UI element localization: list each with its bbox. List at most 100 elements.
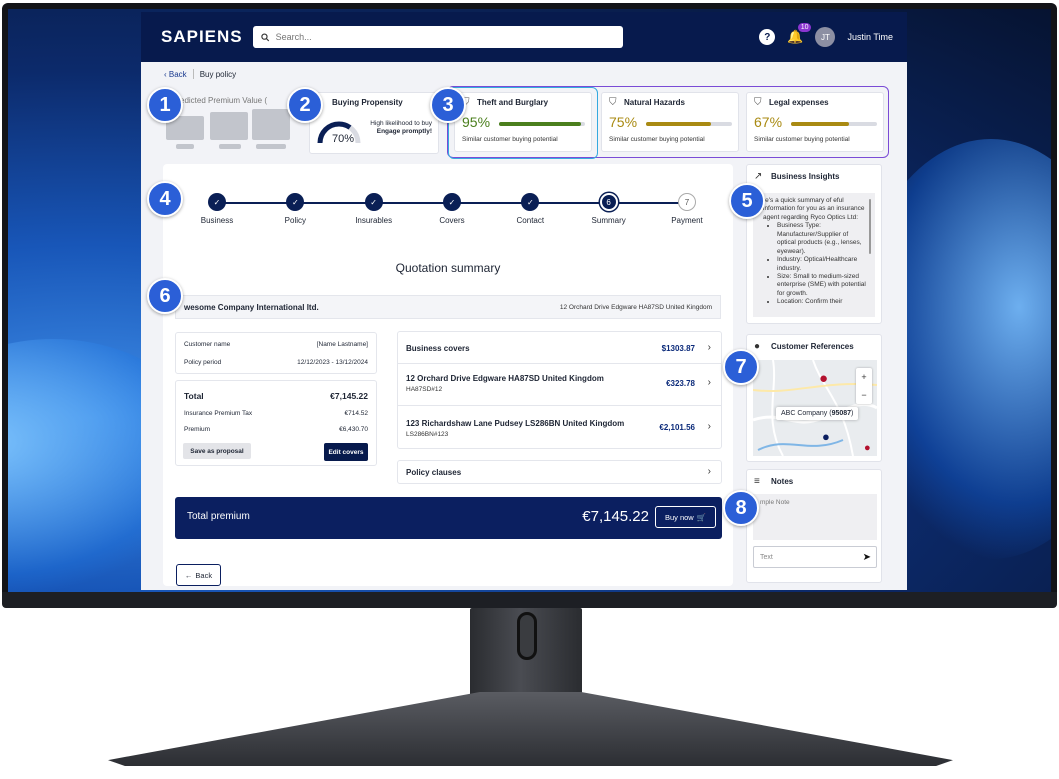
chevron-right-icon: › [707, 377, 711, 388]
map[interactable]: ● ● ● + − ABC Company (95087) [753, 360, 877, 456]
location-icon: ● [754, 341, 761, 352]
total-label: Total [184, 391, 204, 401]
step-label: Insurables [355, 216, 393, 225]
risk-subtitle: Similar customer buying potential [609, 136, 705, 143]
map-zoom-controls: + − [856, 368, 872, 404]
buy-now-button[interactable]: Buy now 🛒 [655, 506, 716, 528]
chevron-right-icon: › [707, 342, 711, 353]
propensity-text: High likelihood to buy [370, 120, 432, 127]
step-label: Contact [516, 216, 545, 225]
help-icon[interactable]: ? [759, 29, 776, 45]
search-box[interactable] [253, 26, 623, 48]
tooltip-id: 95087 [831, 410, 852, 417]
send-icon[interactable]: ➤ [863, 552, 871, 563]
edit-covers-button[interactable]: Edit covers [324, 443, 368, 461]
note-input-placeholder: Text [760, 553, 773, 561]
step-payment[interactable]: 7 Payment [652, 192, 722, 225]
business-insights-title: Business Insights [771, 172, 840, 181]
user-avatar[interactable]: JT [815, 27, 836, 47]
risk-progress-fill [646, 122, 711, 126]
business-insights-text[interactable]: re's a quick summary of eful information… [753, 193, 875, 317]
scrollbar[interactable] [868, 199, 871, 254]
search-input[interactable] [275, 32, 615, 42]
company-bar: wesome Company International ltd. 12 Orc… [175, 295, 721, 319]
arrow-left-icon: ← [184, 570, 193, 580]
step-covers[interactable]: ✓ Covers [417, 192, 487, 225]
quotation-panel: ✓ Business ✓ Policy ✓ Insurables ✓ Covers ✓ Conta… [163, 164, 733, 586]
cart-icon: 🛒 [696, 512, 707, 522]
notification-count-badge: 10 [797, 23, 812, 32]
monitor-stand-base [108, 692, 953, 766]
notifications-button[interactable]: 🔔 10 [787, 23, 812, 45]
step-label: Policy [284, 216, 306, 225]
breadcrumb: ‹ Back Buy policy [164, 69, 236, 79]
policy-clauses-row[interactable]: Policy clauses › [397, 460, 722, 484]
risk-percentage: 95% [462, 114, 491, 130]
step-insurables[interactable]: ✓ Insurables [339, 192, 409, 225]
total-value: €7,145.22 [330, 391, 368, 401]
buy-now-label: Buy now [664, 512, 694, 522]
cover-reference: HA87SD#12 [406, 386, 443, 393]
monitor-stand-slot [517, 612, 537, 660]
tooltip-company: ABC Company [781, 410, 828, 417]
cover-amount: €2,101.56 [659, 423, 695, 432]
map-pin-icon[interactable]: ● [864, 442, 871, 454]
covers-list: Business covers $1303.87 › 12 Orchard Dr… [397, 331, 722, 449]
step-label: Business [200, 216, 234, 225]
notes-title: Notes [771, 477, 794, 486]
save-as-proposal-button[interactable]: Save as proposal [183, 443, 251, 459]
total-row: Total €7,145.22 [184, 391, 368, 401]
insights-list: Business Type: Manufacturer/Supplier of … [763, 222, 867, 306]
map-pin-icon[interactable]: ● [819, 370, 828, 387]
search-icon [261, 32, 270, 41]
total-premium-banner: Total premium €7,145.22 Buy now 🛒 [175, 497, 722, 539]
trend-icon: ↗ [754, 171, 763, 182]
zoom-in-icon[interactable]: + [856, 368, 872, 386]
total-premium-amount: €7,145.22 [582, 508, 649, 525]
risk-subtitle: Similar customer buying potential [754, 136, 850, 143]
annotation-badge-4: 4 [147, 181, 183, 217]
breadcrumb-current: Buy policy [199, 69, 237, 79]
back-button[interactable]: ← Back [176, 564, 221, 586]
notes-icon: ≡ [754, 476, 760, 487]
risk-card-theft[interactable]: ⛉ Theft and Burglary 95% Similar custome… [454, 92, 592, 152]
annotation-badge-1: 1 [147, 87, 183, 123]
cover-row-orchard[interactable]: 12 Orchard Drive Edgware HA87SD United K… [398, 364, 721, 406]
policy-period-value: 12/12/2023 - 13/12/2024 [297, 359, 368, 366]
top-navigation-bar: SAPIENS ? 🔔 10 JT Justin Time [141, 12, 907, 62]
insights-intro: re's a quick summary of eful information… [763, 197, 865, 221]
cover-address: 123 Richardshaw Lane Pudsey LS286BN Unit… [406, 419, 625, 428]
customer-references-card: ● Customer References ● ● ● + − ABC Comp… [746, 334, 882, 462]
step-summary[interactable]: 6 Summary [574, 192, 644, 225]
skeleton-line [256, 144, 286, 149]
predicted-premium-title: Predicted Premium Value ( [172, 96, 267, 105]
insight-item: Location: Confirm their [777, 298, 867, 306]
skeleton-bar [252, 109, 290, 140]
company-address: 12 Orchard Drive Edgware HA87SD United K… [559, 303, 712, 311]
annotation-badge-5: 5 [729, 183, 765, 219]
step-contact[interactable]: ✓ Contact [495, 192, 565, 225]
tax-label: Insurance Premium Tax [184, 410, 253, 417]
predicted-premium-card: Predicted Premium Value ( [164, 92, 290, 154]
quotation-title: Quotation summary [395, 261, 501, 275]
note-input[interactable]: Text ➤ [753, 546, 877, 568]
business-covers-row[interactable]: Business covers $1303.87 › [398, 332, 721, 364]
risk-progress-fill [791, 122, 849, 126]
risk-progress-bar [791, 122, 877, 126]
risk-card-natural-hazards[interactable]: ⛉ Natural Hazards 75% Similar customer b… [601, 92, 739, 152]
zoom-out-icon[interactable]: − [856, 386, 872, 404]
check-icon: ✓ [208, 193, 226, 211]
totals-box: Total €7,145.22 Insurance Premium Tax €7… [175, 380, 377, 466]
user-name[interactable]: Justin Time [847, 32, 893, 42]
breadcrumb-back-link[interactable]: ‹ Back [164, 70, 187, 79]
chevron-right-icon: › [707, 466, 711, 477]
risk-card-legal-expenses[interactable]: ⛉ Legal expenses 67% Similar customer bu… [746, 92, 884, 152]
cover-row-richardshaw[interactable]: 123 Richardshaw Lane Pudsey LS286BN Unit… [398, 406, 721, 449]
propensity-description: High likelihood to buy Engage promptly! [370, 120, 432, 137]
step-business[interactable]: ✓ Business [182, 192, 252, 225]
step-label: Payment [671, 216, 703, 225]
map-pin-icon[interactable]: ● [822, 429, 830, 444]
notes-card: ≡ Notes mple Note Text ➤ [746, 469, 882, 583]
top-right-controls: ? 🔔 10 JT Justin Time [759, 23, 893, 47]
step-policy[interactable]: ✓ Policy [260, 192, 330, 225]
